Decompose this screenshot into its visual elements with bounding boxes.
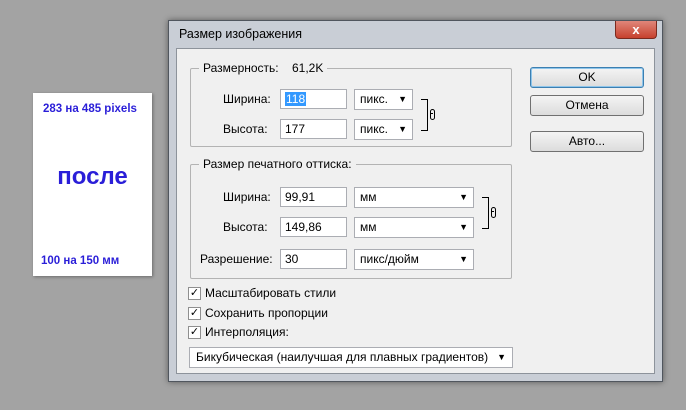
image-size-dialog: Размер изображения x Размерность: 61,2K … <box>168 20 663 382</box>
pixel-width-input[interactable]: 118 <box>280 89 347 109</box>
dialog-title: Размер изображения <box>179 27 302 41</box>
doc-width-unit: мм <box>360 190 377 204</box>
cancel-button[interactable]: Отмена <box>530 95 644 116</box>
preview-mm-label: 100 на 150 мм <box>41 255 120 267</box>
dialog-client: Размерность: 61,2K Ширина: 118 пикс. ▼ В… <box>176 48 655 374</box>
doc-width-label: Ширина: <box>223 190 271 204</box>
close-button[interactable]: x <box>615 21 657 39</box>
chain-link-icon <box>491 207 496 218</box>
chevron-down-icon: ▼ <box>459 222 468 232</box>
doc-width-unit-select[interactable]: мм ▼ <box>354 187 474 208</box>
constrain-bracket <box>482 197 489 229</box>
resolution-input[interactable]: 30 <box>280 249 347 269</box>
chevron-down-icon: ▼ <box>459 192 468 202</box>
pixel-dimensions-label: Размерность: <box>203 61 279 75</box>
pixel-width-value: 118 <box>285 92 307 106</box>
doc-width-input[interactable]: 99,91 <box>280 187 347 207</box>
pixel-height-unit: пикс. <box>360 122 388 136</box>
scale-styles-label: Масштабировать стили <box>205 286 337 300</box>
chain-link-icon <box>430 109 435 120</box>
preview-card: 283 на 485 pixels после 100 на 150 мм <box>33 93 152 276</box>
resample-method-value: Бикубическая (наилучшая для плавных град… <box>196 350 489 364</box>
resolution-unit-select[interactable]: пикс/дюйм ▼ <box>354 249 474 270</box>
chevron-down-icon: ▼ <box>398 124 407 134</box>
pixel-height-unit-select[interactable]: пикс. ▼ <box>354 119 413 140</box>
document-size-legend: Размер печатного оттиска: <box>203 157 352 171</box>
pixel-dimensions-legend: Размерность: 61,2K <box>199 61 327 75</box>
resolution-unit: пикс/дюйм <box>360 252 419 266</box>
ok-button[interactable]: OK <box>530 67 644 88</box>
doc-height-value: 149,86 <box>285 220 322 234</box>
resolution-value: 30 <box>285 252 299 266</box>
preview-word: после <box>57 163 128 190</box>
pixel-width-unit-select[interactable]: пикс. ▼ <box>354 89 413 110</box>
pixel-height-value: 177 <box>285 122 306 136</box>
pixel-height-label: Высота: <box>223 122 268 136</box>
checkbox-box: ✓ <box>188 287 201 300</box>
title-bar[interactable]: Размер изображения x <box>169 21 662 47</box>
close-icon: x <box>632 22 640 37</box>
constrain-proportions-label: Сохранить пропорции <box>205 306 328 320</box>
auto-button[interactable]: Авто... <box>530 131 644 152</box>
constrain-bracket <box>421 99 428 131</box>
pixel-dimensions-size: 61,2K <box>291 61 324 75</box>
doc-height-input[interactable]: 149,86 <box>280 217 347 237</box>
chevron-down-icon: ▼ <box>459 254 468 264</box>
chevron-down-icon: ▼ <box>497 352 506 362</box>
resample-method-select[interactable]: Бикубическая (наилучшая для плавных град… <box>189 347 513 368</box>
checkbox-box: ✓ <box>188 307 201 320</box>
doc-height-unit: мм <box>360 220 377 234</box>
resample-label: Интерполяция: <box>205 325 289 339</box>
pixel-width-label: Ширина: <box>223 92 271 106</box>
chevron-down-icon: ▼ <box>398 94 407 104</box>
doc-width-value: 99,91 <box>285 190 316 204</box>
preview-pixels-label: 283 на 485 pixels <box>43 103 137 115</box>
doc-height-label: Высота: <box>223 220 268 234</box>
resolution-label: Разрешение: <box>200 252 273 266</box>
doc-height-unit-select[interactable]: мм ▼ <box>354 217 474 238</box>
pixel-height-input[interactable]: 177 <box>280 119 347 139</box>
pixel-width-unit: пикс. <box>360 92 388 106</box>
checkbox-box: ✓ <box>188 326 201 339</box>
